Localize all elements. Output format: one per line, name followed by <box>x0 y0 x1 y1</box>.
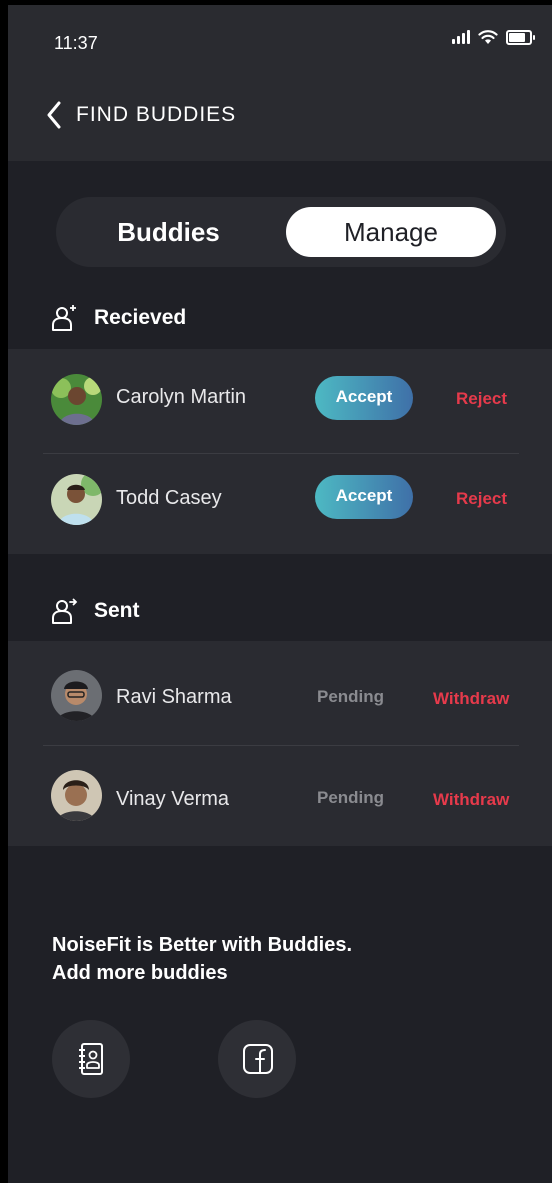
sent-title: Sent <box>94 599 140 622</box>
add-person-icon <box>52 305 76 331</box>
buddy-name: Todd Casey <box>116 487 222 509</box>
status-label: Pending <box>317 687 385 706</box>
withdraw-button[interactable]: Withdraw <box>433 689 509 709</box>
add-from-contacts-button[interactable] <box>52 1020 130 1098</box>
status-icons <box>452 29 535 45</box>
wifi-icon <box>478 30 498 44</box>
cellular-signal-icon <box>452 30 470 44</box>
promo-text: NoiseFit is Better with Buddies. Add mor… <box>52 931 352 987</box>
facebook-icon <box>243 1044 273 1074</box>
app-screen: 11:37 FIND BUDDIES Buddies Manage Reciev… <box>8 5 552 1183</box>
buddy-name: Carolyn Martin <box>116 386 247 408</box>
segmented-control: Buddies Manage <box>56 197 506 267</box>
nav-bar: FIND BUDDIES <box>8 77 552 161</box>
reject-button[interactable]: Reject <box>456 489 507 509</box>
status-bar: 11:37 <box>8 5 552 77</box>
status-time: 11:37 <box>54 33 98 53</box>
avatar <box>51 770 102 821</box>
page-title: FIND BUDDIES <box>76 103 237 126</box>
battery-icon <box>506 29 535 45</box>
avatar <box>51 374 102 425</box>
status-label: Pending <box>317 788 385 807</box>
accept-button[interactable]: Accept <box>315 475 413 519</box>
contacts-book-icon <box>79 1043 103 1075</box>
promo-line-1: NoiseFit is Better with Buddies. <box>52 934 353 956</box>
list-item: Vinay Verma Pending Withdraw <box>8 746 552 846</box>
list-item: Carolyn Martin Accept Reject <box>8 349 552 449</box>
buddy-name: Ravi Sharma <box>116 686 232 708</box>
received-section-header: Recieved <box>50 303 186 333</box>
list-item: Ravi Sharma Pending Withdraw <box>8 641 552 741</box>
received-title: Recieved <box>94 306 187 329</box>
add-from-facebook-button[interactable] <box>218 1020 296 1098</box>
sent-list: Ravi Sharma Pending Withdraw Vinay Verma… <box>8 641 552 846</box>
tab-manage[interactable]: Manage <box>286 207 496 257</box>
accept-button[interactable]: Accept <box>315 376 413 420</box>
withdraw-button[interactable]: Withdraw <box>433 790 509 810</box>
send-request-icon <box>52 598 78 624</box>
avatar <box>51 474 102 525</box>
tab-buddies[interactable]: Buddies <box>86 207 251 257</box>
buddy-name: Vinay Verma <box>116 788 230 810</box>
sent-section-header: Sent <box>50 596 140 626</box>
chevron-left-icon <box>47 101 61 129</box>
back-button[interactable]: FIND BUDDIES <box>46 101 236 129</box>
received-list: Carolyn Martin Accept Reject Todd Casey … <box>8 349 552 554</box>
avatar <box>51 670 102 721</box>
list-item: Todd Casey Accept Reject <box>8 454 552 554</box>
reject-button[interactable]: Reject <box>456 389 507 409</box>
promo-line-2: Add more buddies <box>52 962 228 984</box>
